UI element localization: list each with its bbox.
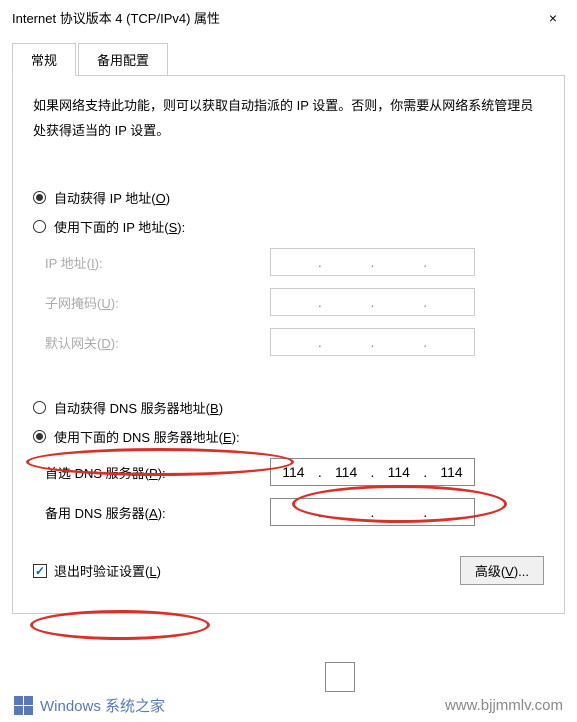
- radio-icon: [33, 191, 46, 204]
- watermark: Windows 系统之家 www.bjjmmlv.com: [0, 695, 577, 716]
- watermark-right: www.bjjmmlv.com: [445, 697, 563, 714]
- preferred-dns-label: 首选 DNS 服务器(P):: [45, 463, 270, 482]
- ip-address-input: ...: [270, 248, 475, 276]
- radio-auto-ip[interactable]: 自动获得 IP 地址(O): [33, 188, 544, 207]
- radio-auto-dns[interactable]: 自动获得 DNS 服务器地址(B): [33, 398, 544, 417]
- radio-manual-ip[interactable]: 使用下面的 IP 地址(S):: [33, 217, 544, 236]
- tab-general[interactable]: 常规: [12, 43, 76, 76]
- advanced-button[interactable]: 高级(V)...: [460, 556, 544, 585]
- footer-decoration: [325, 662, 355, 692]
- radio-icon: [33, 401, 46, 414]
- windows-logo-icon: [14, 696, 34, 716]
- radio-manual-dns[interactable]: 使用下面的 DNS 服务器地址(E):: [33, 427, 544, 446]
- default-gateway-row: 默认网关(D): ...: [45, 328, 544, 356]
- window-title: Internet 协议版本 4 (TCP/IPv4) 属性: [12, 8, 220, 27]
- subnet-mask-row: 子网掩码(U): ...: [45, 288, 544, 316]
- titlebar: Internet 协议版本 4 (TCP/IPv4) 属性 ×: [0, 0, 577, 35]
- alternate-dns-input[interactable]: ...: [270, 498, 475, 526]
- alternate-dns-label: 备用 DNS 服务器(A):: [45, 503, 270, 522]
- default-gateway-input: ...: [270, 328, 475, 356]
- preferred-dns-row: 首选 DNS 服务器(P): 114.114.114.114: [45, 458, 544, 486]
- subnet-mask-input: ...: [270, 288, 475, 316]
- highlight-ellipse: [30, 610, 210, 640]
- radio-icon: [33, 220, 46, 233]
- radio-icon: [33, 430, 46, 443]
- tab-alternate[interactable]: 备用配置: [78, 43, 168, 75]
- close-icon[interactable]: ×: [541, 10, 565, 26]
- settings-panel: 如果网络支持此功能，则可以获取自动指派的 IP 设置。否则，你需要从网络系统管理…: [12, 76, 565, 614]
- alternate-dns-row: 备用 DNS 服务器(A): ...: [45, 498, 544, 526]
- ip-address-row: IP 地址(I): ...: [45, 248, 544, 276]
- subnet-mask-label: 子网掩码(U):: [45, 293, 270, 312]
- validate-on-exit-row[interactable]: 退出时验证设置(L) 高级(V)...: [33, 561, 544, 580]
- checkbox-icon: [33, 564, 47, 578]
- watermark-left: Windows 系统之家: [14, 695, 165, 716]
- ip-address-label: IP 地址(I):: [45, 253, 270, 272]
- preferred-dns-input[interactable]: 114.114.114.114: [270, 458, 475, 486]
- default-gateway-label: 默认网关(D):: [45, 333, 270, 352]
- description-text: 如果网络支持此功能，则可以获取自动指派的 IP 设置。否则，你需要从网络系统管理…: [33, 94, 544, 143]
- tabs: 常规 备用配置: [12, 43, 565, 76]
